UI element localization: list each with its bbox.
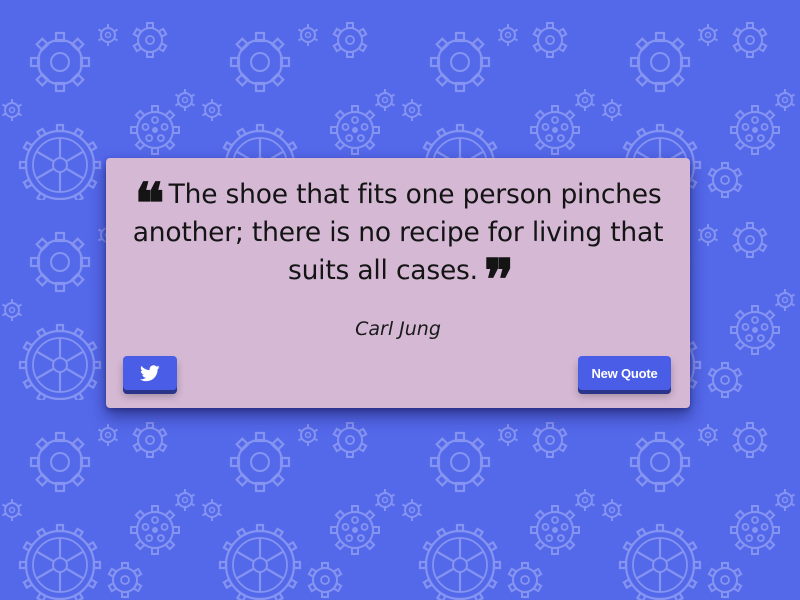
quote-author: Carl Jung: [355, 318, 441, 340]
tweet-button[interactable]: [123, 356, 177, 390]
new-quote-button[interactable]: New Quote: [578, 356, 671, 390]
quote-text: The shoe that fits one person pinches an…: [132, 179, 664, 286]
quote-card: ❝ The shoe that fits one person pinches a…: [106, 158, 690, 408]
quote-block: ❝ The shoe that fits one person pinches a…: [132, 171, 664, 313]
twitter-icon: [140, 364, 160, 381]
